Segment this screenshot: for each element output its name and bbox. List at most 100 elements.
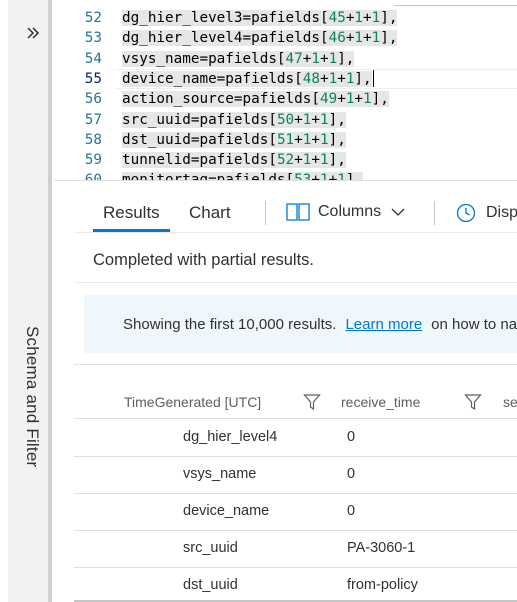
pane-background [8, 0, 50, 602]
line-number: 55 [84, 70, 102, 87]
code-text: tunnelid=pafields[52+1+1], [122, 150, 346, 170]
number-literal: 48 [302, 70, 320, 87]
code-token: ], [371, 91, 389, 108]
filter-icon[interactable] [464, 393, 482, 411]
display-time-button[interactable]: Display [456, 203, 517, 223]
number-literal: 1 [371, 10, 381, 26]
columns-label: Columns [318, 203, 382, 220]
code-token: ], [345, 172, 364, 181]
code-token: ], [337, 50, 355, 67]
filter-icon[interactable] [303, 393, 321, 411]
code-token: + [319, 70, 329, 87]
column-header-label: se [503, 394, 517, 410]
number-literal: 1 [354, 10, 364, 26]
table-cell: 0 [347, 429, 356, 445]
code-token: + [319, 50, 329, 67]
table-cell: 0 [347, 466, 356, 482]
double-chevron-right-icon[interactable] [20, 20, 46, 46]
code-line[interactable]: 53 dg_hier_level4=pafields[46+1+1], [54, 28, 517, 48]
schema-filter-label[interactable]: Schema and Filter [22, 326, 42, 467]
number-literal: 49 [319, 91, 338, 108]
table-row[interactable]: src_uuid PA-3060-1 [74, 531, 517, 568]
line-number: 60 [84, 172, 102, 181]
code-line[interactable]: 54 vsys_name=pafields[47+1+1], [54, 49, 517, 69]
table-row[interactable]: dst_uuid from-policy [74, 568, 517, 602]
code-token: + [328, 172, 338, 181]
number-literal: 1 [319, 152, 329, 169]
query-status: Completed with partial results. [93, 251, 315, 269]
column-header-timegenerated[interactable]: TimeGenerated [UTC] [124, 385, 261, 419]
table-cell: src_uuid [183, 540, 238, 556]
chevron-down-icon [391, 208, 405, 216]
display-label: Display [486, 204, 517, 221]
query-editor[interactable]: 52 dg_hier_level3=pafields[45+1+1], 53 dg_h… [54, 0, 517, 181]
code-line[interactable]: 55 device_name=pafields[48+1+1], [54, 69, 517, 89]
table-row[interactable]: device_name 0 [74, 494, 517, 531]
code-token: device_name=pafields[ [122, 70, 303, 87]
divider [74, 282, 517, 283]
text-cursor [372, 70, 375, 88]
column-header-truncated[interactable]: se [503, 385, 517, 419]
code-token: + [337, 91, 346, 108]
code-token: action_source=pafields[ [122, 91, 320, 108]
column-header-receive-time[interactable]: receive_time [341, 385, 420, 419]
number-literal: 1 [328, 50, 338, 67]
number-literal: 46 [328, 30, 346, 47]
code-token: ], [354, 70, 372, 87]
code-line[interactable]: 59 tunnelid=pafields[52+1+1], [54, 150, 517, 170]
number-literal: 1 [311, 50, 320, 67]
code-token: + [294, 111, 303, 128]
info-message: Showing the first 10,000 results. [123, 315, 337, 333]
code-line[interactable]: 60 monitortag=pafields[53+1+1], [54, 170, 517, 181]
line-number: 52 [84, 10, 102, 26]
line-number: 58 [84, 131, 102, 148]
number-literal: 1 [319, 172, 329, 181]
table-cell: dst_uuid [183, 577, 238, 593]
table-row[interactable]: dg_hier_level4 0 [74, 420, 517, 457]
code-token: tunnelid=pafields[ [122, 152, 277, 169]
line-number: 57 [84, 111, 102, 128]
table-cell: dg_hier_level4 [183, 429, 278, 445]
number-literal: 45 [328, 10, 346, 26]
number-literal: 1 [354, 30, 364, 47]
code-token: + [337, 70, 346, 87]
columns-button[interactable]: Columns [286, 203, 405, 221]
table-cell: from-policy [347, 577, 418, 593]
code-token: ], [328, 111, 346, 128]
grid-header: TimeGenerated [UTC] receive_time se [74, 385, 517, 419]
results-tabs: Results Chart Columns Display [74, 181, 517, 233]
tab-chart[interactable]: Chart [189, 203, 231, 223]
number-literal: 52 [276, 152, 295, 169]
columns-icon [286, 203, 310, 221]
code-line[interactable]: 58 dst_uuid=pafields[51+1+1], [54, 130, 517, 150]
code-token: + [311, 172, 320, 181]
number-literal: 47 [285, 50, 303, 67]
line-number: 53 [84, 30, 102, 47]
code-token: + [363, 30, 372, 47]
number-literal: 1 [319, 111, 329, 128]
active-tab-indicator [93, 229, 170, 232]
number-literal: 1 [363, 91, 372, 108]
code-line[interactable]: 56 action_source=pafields[49+1+1], [54, 89, 517, 109]
line-number: 59 [84, 152, 102, 169]
learn-more-link[interactable]: Learn more [345, 316, 422, 333]
info-message-tail: on how to narrow down the results [431, 315, 517, 333]
table-row[interactable]: vsys_name 0 [74, 457, 517, 494]
number-literal: 1 [319, 131, 329, 148]
number-literal: 1 [328, 70, 338, 87]
code-token: ], [380, 10, 398, 26]
code-line[interactable]: 57 src_uuid=pafields[50+1+1], [54, 110, 517, 130]
tab-results[interactable]: Results [103, 203, 160, 223]
clock-icon [456, 203, 476, 223]
code-token: ], [328, 152, 346, 169]
code-token: monitortag=pafields[ [122, 172, 295, 181]
table-cell: device_name [183, 503, 270, 519]
schema-filter-pane[interactable]: Schema and Filter [0, 0, 54, 602]
table-cell: PA-3060-1 [347, 540, 416, 556]
editor-top-edge [394, 0, 517, 6]
code-line[interactable]: 52 dg_hier_level3=pafields[45+1+1], [54, 8, 517, 28]
code-token: ], [328, 131, 346, 148]
code-text: action_source=pafields[49+1+1], [122, 89, 389, 109]
code-token: + [294, 152, 303, 169]
table-cell: 0 [347, 503, 356, 519]
